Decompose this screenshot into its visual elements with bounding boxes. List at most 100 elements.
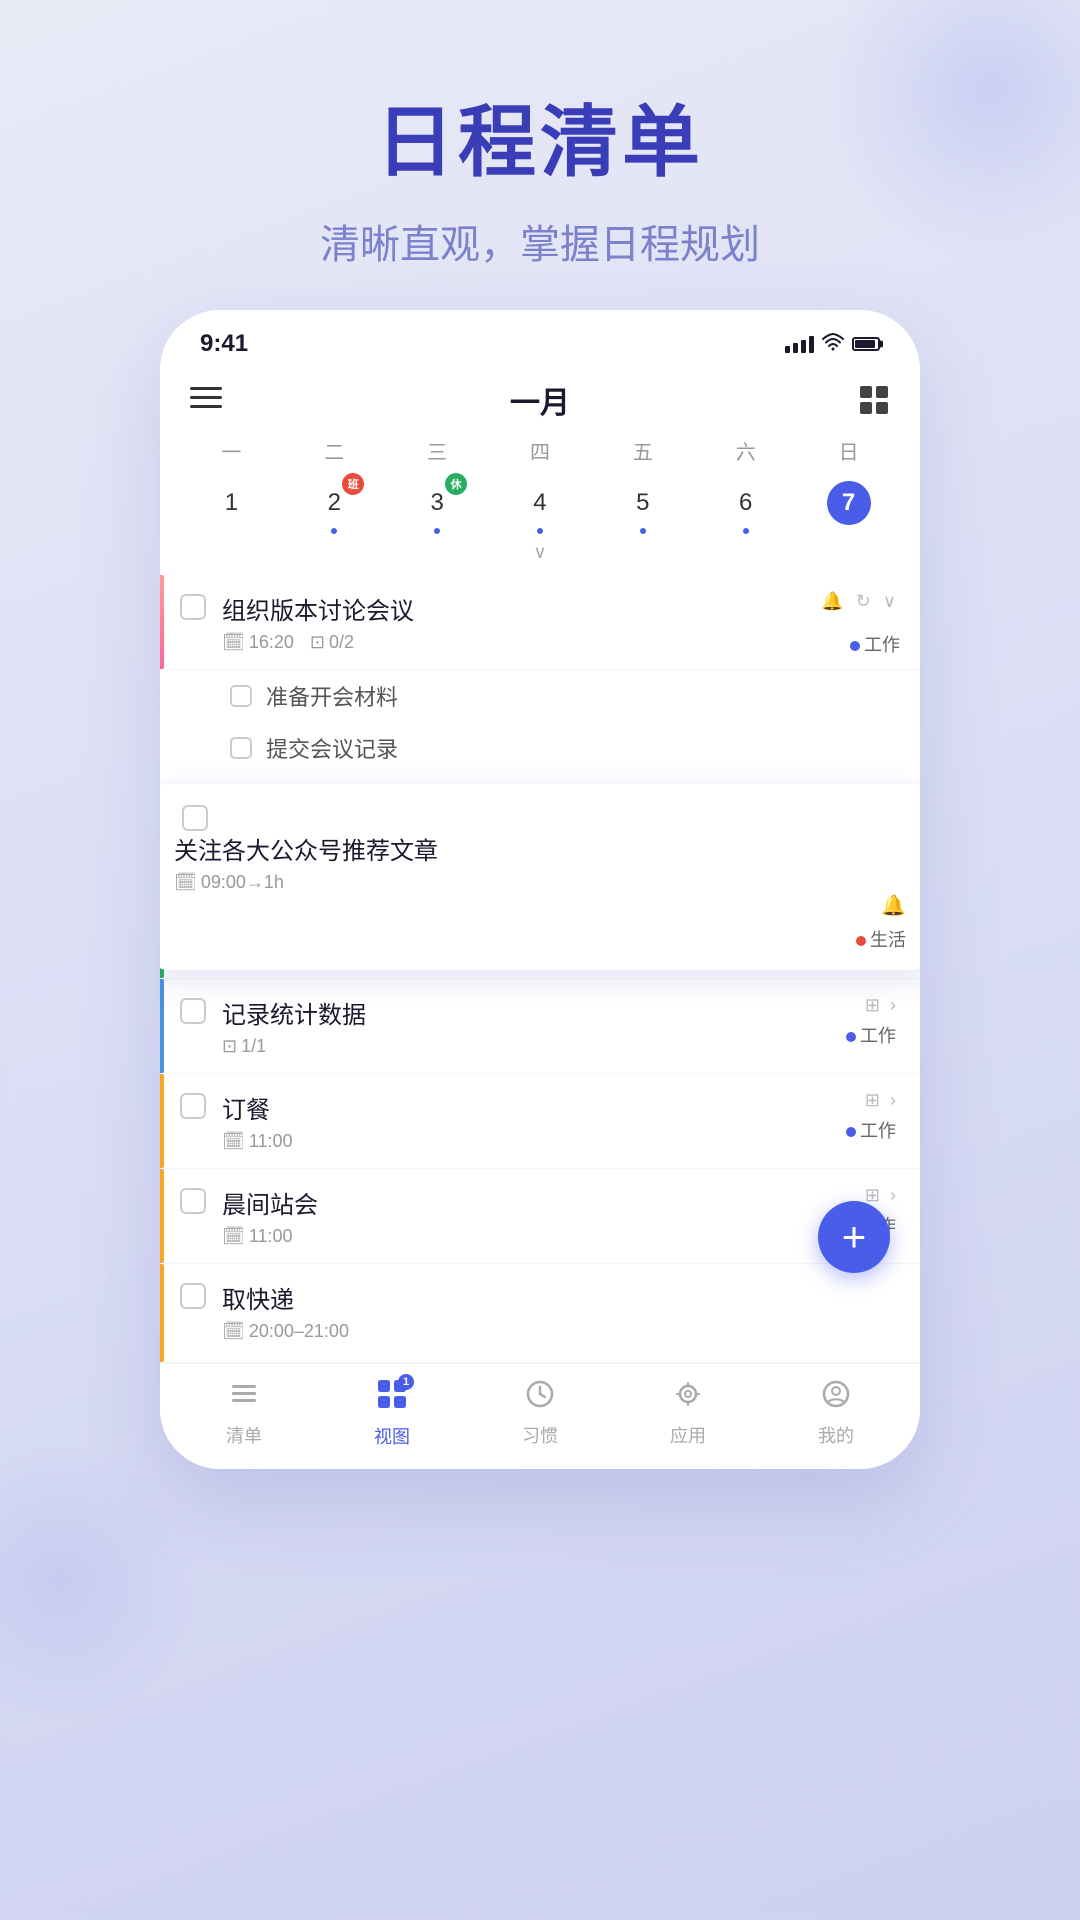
subtask-1-checkbox[interactable] — [230, 685, 252, 707]
status-bar: 9:41 — [160, 310, 920, 368]
task-1-checkbox[interactable] — [180, 594, 206, 620]
task-5-checkbox[interactable] — [180, 1093, 206, 1119]
task-7-title: 取快递 — [222, 1280, 896, 1315]
nav-app-icon — [673, 1379, 703, 1417]
weekday-fri: 五 — [591, 432, 694, 469]
task-6-title: 晨间站会 — [222, 1185, 846, 1220]
wifi-icon — [822, 333, 844, 356]
task-item-4[interactable]: 记录统计数据 ⊡ 1/1 ⊞ › 工作 — [160, 979, 920, 1074]
task-5-chevron-icon[interactable]: › — [890, 1090, 896, 1111]
task-7-meta: 🗓 20:00–21:00 — [222, 1321, 896, 1342]
month-title: 一月 — [510, 378, 570, 422]
add-task-fab[interactable]: + — [818, 1201, 890, 1273]
date-2[interactable]: 2 班 — [283, 477, 386, 538]
task-5-tag: 工作 — [846, 1117, 896, 1143]
weekday-row: 一 二 三 四 五 六 日 — [180, 432, 900, 469]
nav-view-label: 视图 — [374, 1423, 410, 1449]
task-5-content: 订餐 🗓 11:00 — [222, 1090, 846, 1152]
task-item-7[interactable]: 取快递 🗓 20:00–21:00 — [160, 1264, 920, 1363]
task-6-meta: 🗓 11:00 — [222, 1226, 846, 1247]
expand-calendar-button[interactable]: ∨ — [180, 538, 900, 567]
task-4-tag: 工作 — [846, 1022, 896, 1048]
weekday-thu: 四 — [489, 432, 592, 469]
status-time: 9:41 — [200, 330, 248, 358]
task-4-title: 记录统计数据 — [222, 995, 846, 1030]
task-4-chevron-icon[interactable]: › — [890, 995, 896, 1016]
task-list-container: 组织版本讨论会议 🗓 16:20 ⊡ 0/2 🔔 ↻ — [160, 575, 920, 1363]
nav-item-list[interactable]: 清单 — [194, 1379, 294, 1448]
task-1-repeat-icon[interactable]: ↻ — [856, 591, 871, 612]
weekday-wed: 三 — [386, 432, 489, 469]
date-5[interactable]: 5 — [591, 477, 694, 538]
subtask-1-title: 准备开会材料 — [266, 680, 398, 712]
nav-item-habit[interactable]: 习惯 — [490, 1379, 590, 1448]
task-6-content: 晨间站会 🗓 11:00 — [222, 1185, 846, 1247]
subtask-2-submit[interactable]: 提交会议记录 — [160, 722, 920, 774]
nav-item-app[interactable]: 应用 — [638, 1379, 738, 1448]
weekday-mon: 一 — [180, 432, 283, 469]
nav-item-mine[interactable]: 我的 — [786, 1379, 886, 1448]
calendar-grid-icon[interactable] — [858, 384, 890, 416]
task-1-tag: 工作 — [850, 631, 900, 657]
date-7[interactable]: 7 — [797, 477, 900, 538]
date-3[interactable]: 3 休 — [386, 477, 489, 538]
subtask-1-prepare[interactable]: 准备开会材料 — [160, 670, 920, 722]
nav-item-view[interactable]: 1 视图 — [342, 1378, 442, 1449]
nav-habit-label: 习惯 — [522, 1422, 558, 1448]
task-5-actions: ⊞ › 工作 — [846, 1090, 896, 1143]
date-4[interactable]: 4 — [489, 477, 592, 538]
task-6-chevron-icon[interactable]: › — [890, 1185, 896, 1206]
floating-task-card[interactable]: 关注各大公众号推荐文章 🗓 09:00→1h 🔔 生活 — [160, 784, 920, 970]
app-header: 一月 — [160, 368, 920, 432]
weekday-tue: 二 — [283, 432, 386, 469]
floating-card-spacer: 关注各大公众号推荐文章 🗓 09:00→1h 🔔 生活 — [160, 774, 920, 884]
floating-task-tag: 生活 — [856, 926, 906, 952]
task-item-6[interactable]: 晨间站会 🗓 11:00 ⊞ › 工作 — [160, 1169, 920, 1264]
task-7-content: 取快递 🗓 20:00–21:00 — [222, 1280, 896, 1342]
nav-list-label: 清单 — [226, 1422, 262, 1448]
floating-task-content: 关注各大公众号推荐文章 🗓 09:00→1h — [174, 831, 906, 893]
date-row: 1 2 班 3 休 4 — [180, 477, 900, 538]
nav-mine-label: 我的 — [818, 1422, 854, 1448]
floating-task-checkbox[interactable] — [182, 805, 208, 831]
floating-task-title: 关注各大公众号推荐文章 — [174, 831, 906, 866]
date-1[interactable]: 1 — [180, 477, 283, 538]
menu-icon[interactable] — [190, 384, 222, 416]
nav-list-icon — [229, 1379, 259, 1417]
task-4-checkbox[interactable] — [180, 998, 206, 1024]
task-1-meta: 🗓 16:20 ⊡ 0/2 — [222, 632, 821, 653]
weekday-sat: 六 — [694, 432, 797, 469]
task-4-actions: ⊞ › 工作 — [846, 995, 896, 1048]
task-5-title: 订餐 — [222, 1090, 846, 1125]
floating-task-meta: 🗓 09:00→1h — [174, 872, 906, 893]
phone-container: 9:41 — [160, 310, 920, 1469]
task-1-title: 组织版本讨论会议 — [222, 591, 821, 626]
task-item-1[interactable]: 组织版本讨论会议 🗓 16:20 ⊡ 0/2 🔔 ↻ — [160, 575, 920, 670]
nav-mine-icon — [821, 1379, 851, 1417]
date-6[interactable]: 6 — [694, 477, 797, 538]
task-5-meta: 🗓 11:00 — [222, 1131, 846, 1152]
nav-view-badge: 1 — [398, 1374, 414, 1390]
weekday-sun: 日 — [797, 432, 900, 469]
task-1-alarm-icon[interactable]: 🔔 — [821, 591, 843, 612]
nav-view-badge-container: 1 — [376, 1378, 408, 1418]
task-5-grid-icon[interactable]: ⊞ — [865, 1090, 880, 1111]
subtask-2-checkbox[interactable] — [230, 737, 252, 759]
nav-app-label: 应用 — [670, 1422, 706, 1448]
task-1-chevron-icon[interactable]: ∨ — [883, 591, 896, 612]
task-7-checkbox[interactable] — [180, 1283, 206, 1309]
subtask-2-title: 提交会议记录 — [266, 732, 398, 764]
status-icons — [785, 333, 880, 356]
task-1-content: 组织版本讨论会议 🗓 16:20 ⊡ 0/2 — [222, 591, 821, 653]
task-6-checkbox[interactable] — [180, 1188, 206, 1214]
task-4-meta: ⊡ 1/1 — [222, 1036, 846, 1057]
task-item-5[interactable]: 订餐 🗓 11:00 ⊞ › 工作 — [160, 1074, 920, 1169]
nav-habit-icon — [525, 1379, 555, 1417]
signal-icon — [785, 335, 814, 353]
task-4-grid-icon[interactable]: ⊞ — [865, 995, 880, 1016]
calendar-section: 一 二 三 四 五 六 日 1 2 班 — [160, 432, 920, 575]
floating-task-actions: 🔔 生活 — [174, 893, 906, 952]
floating-alarm-icon[interactable]: 🔔 — [881, 893, 906, 918]
battery-icon — [852, 337, 880, 351]
bottom-nav: 清单 1 视图 — [160, 1363, 920, 1469]
